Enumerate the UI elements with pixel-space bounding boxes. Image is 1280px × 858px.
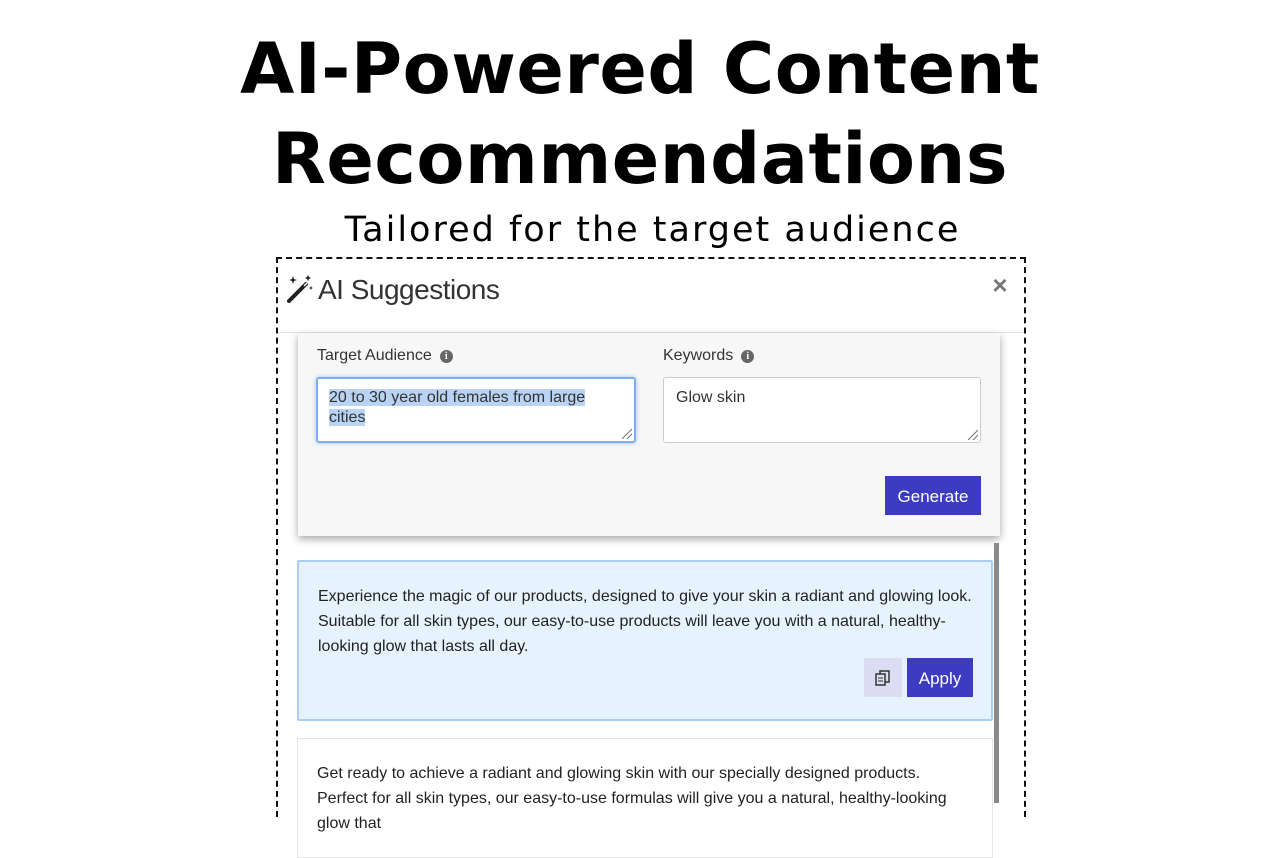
scrollbar[interactable]	[994, 543, 999, 803]
suggestion-text: Get ready to achieve a radiant and glowi…	[317, 765, 947, 832]
keywords-label-text: Keywords	[663, 347, 734, 364]
info-icon[interactable]: i	[439, 350, 453, 363]
close-button[interactable]: ×	[988, 271, 1012, 299]
panel-header: AI Suggestions ×	[278, 259, 1024, 333]
resize-handle[interactable]	[968, 430, 978, 440]
suggestion-text: Experience the magic of our products, de…	[318, 588, 972, 655]
target-audience-input[interactable]: 20 to 30 year old females from large cit…	[316, 377, 636, 443]
generate-button[interactable]: Generate	[885, 476, 981, 515]
keywords-value: Glow skin	[676, 389, 746, 406]
copy-icon	[875, 669, 890, 686]
target-audience-value: 20 to 30 year old females from large cit…	[329, 389, 586, 426]
hero-title-line-2: Recommendations	[271, 118, 1009, 200]
hero-subtitle: Tailored for the target audience	[344, 210, 961, 250]
hero-title: AI-Powered Content Recommendations	[0, 24, 1280, 204]
info-icon[interactable]: i	[741, 350, 755, 363]
copy-button[interactable]	[864, 658, 902, 697]
keywords-label: Keywords i	[663, 347, 755, 365]
suggestion-card[interactable]: Experience the magic of our products, de…	[297, 560, 993, 721]
resize-handle[interactable]	[622, 429, 632, 439]
target-audience-label: Target Audience i	[317, 347, 453, 365]
hero-title-line-1: AI-Powered Content	[240, 28, 1040, 110]
panel-title: AI Suggestions	[318, 274, 500, 305]
target-audience-label-text: Target Audience	[317, 347, 432, 364]
suggestion-card[interactable]: Get ready to achieve a radiant and glowi…	[297, 738, 993, 858]
generate-form: Target Audience i Keywords i 20 to 30 year…	[298, 333, 1000, 536]
keywords-input[interactable]: Glow skin	[663, 377, 981, 443]
apply-button[interactable]: Apply	[907, 658, 973, 697]
magic-wand-icon	[287, 275, 313, 303]
